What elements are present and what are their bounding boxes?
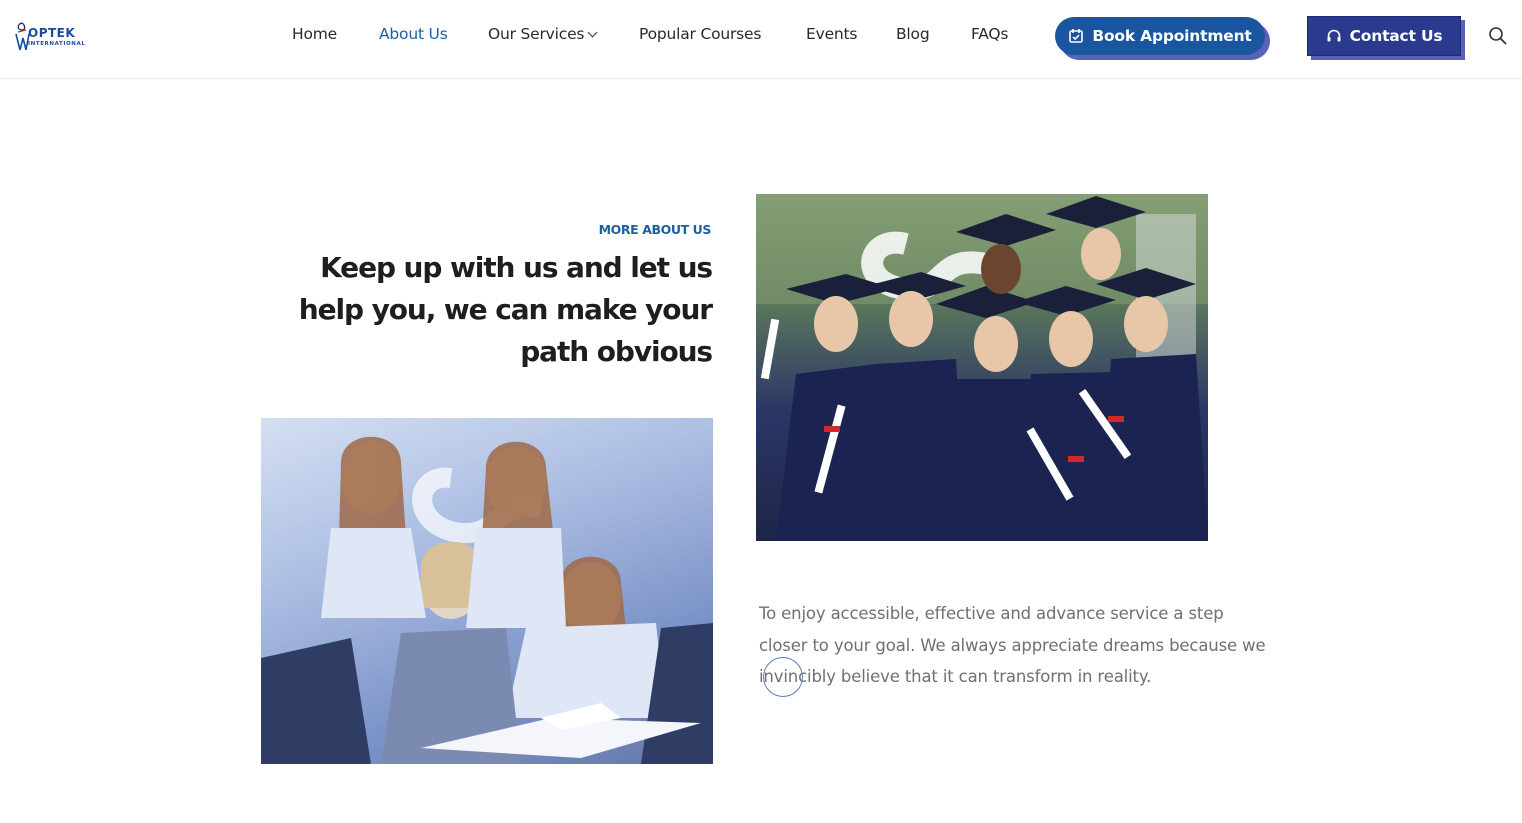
site-header: OPTEK INTERNATIONAL Home About Us Our Se… [0, 0, 1522, 79]
cursor-ring [763, 657, 803, 697]
brand-tagline: INTERNATIONAL [28, 41, 86, 47]
book-appointment-button[interactable]: Book Appointment [1055, 17, 1265, 55]
book-appointment-label: Book Appointment [1092, 27, 1252, 45]
nav-our-services[interactable]: Our Services [488, 25, 598, 47]
section-eyebrow: MORE ABOUT US [598, 222, 712, 237]
section-headline: Keep up with us and let us help you, we … [298, 251, 713, 368]
nav-faqs[interactable]: FAQs [971, 25, 1009, 47]
contact-us-label: Contact Us [1349, 27, 1443, 45]
search-icon[interactable] [1488, 26, 1508, 46]
nav-our-services-label: Our Services [488, 25, 585, 43]
about-description: To enjoy accessible, effective and advan… [759, 604, 1266, 686]
calendar-check-icon [1069, 29, 1084, 43]
nav-popular-courses[interactable]: Popular Courses [639, 25, 761, 47]
brand-logo[interactable]: OPTEK INTERNATIONAL [14, 18, 90, 54]
brand-name: OPTEK [28, 26, 76, 40]
nav-home[interactable]: Home [292, 25, 337, 47]
graduates-photo [756, 194, 1208, 541]
contact-us-button[interactable]: Contact Us [1307, 16, 1461, 56]
nav-about-us[interactable]: About Us [379, 25, 448, 47]
graduates-photo-art [756, 194, 1208, 541]
nav-events[interactable]: Events [806, 25, 857, 47]
students-studying-photo-art [261, 418, 713, 764]
students-studying-photo [261, 418, 713, 764]
headset-icon [1327, 29, 1341, 42]
chevron-down-icon [587, 27, 598, 38]
nav-blog[interactable]: Blog [896, 25, 930, 47]
